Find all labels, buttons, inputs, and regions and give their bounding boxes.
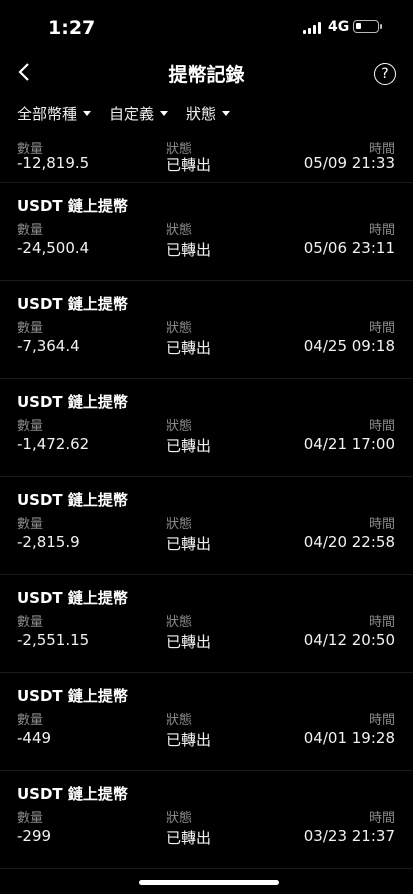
- time-value: 04/12 20:50: [303, 631, 395, 649]
- caret-down-icon: [160, 111, 169, 116]
- caret-down-icon: [83, 111, 92, 116]
- status-value: 已轉出: [166, 339, 212, 357]
- signal-icon: [303, 22, 321, 34]
- time-value: 05/06 23:11: [303, 239, 395, 257]
- time-label: 時間: [368, 615, 395, 630]
- status-value: 已轉出: [166, 535, 212, 553]
- time-value: 04/21 17:00: [303, 435, 395, 453]
- status-label: 狀態: [166, 811, 193, 826]
- status-label: 狀態: [166, 223, 193, 238]
- amount-value: -12,819.5: [17, 154, 90, 172]
- time-value: 05/09 21:33: [303, 154, 395, 172]
- filter-custom[interactable]: 自定義: [109, 103, 169, 124]
- amount-value: -2,551.15: [17, 631, 90, 649]
- time-label: 時間: [368, 517, 395, 532]
- list-item[interactable]: USDT 鏈上提幣 數量 狀態 時間 -1,472.62 已轉出 04/21 1…: [0, 379, 413, 477]
- time-label: 時間: [368, 321, 395, 336]
- record-title: USDT 鏈上提幣: [17, 197, 128, 215]
- list-item[interactable]: USDT 鏈上提幣 數量 狀態 時間 -299 已轉出 03/23 21:37: [0, 771, 413, 869]
- amount-label: 數量: [17, 321, 44, 336]
- status-label: 狀態: [166, 615, 193, 630]
- list-item[interactable]: USDT 鏈上提幣 數量 狀態 時間 -7,364.4 已轉出 04/25 09…: [0, 281, 413, 379]
- time-label: 時間: [368, 713, 395, 728]
- status-bar: 1:27 4G: [0, 0, 413, 56]
- caret-down-icon: [222, 111, 231, 116]
- time-value: 04/01 19:28: [303, 729, 395, 747]
- record-title: USDT 鏈上提幣: [17, 687, 128, 705]
- list-item[interactable]: USDT 鏈上提幣 數量 狀態 時間 -449 已轉出 04/01 19:28: [0, 673, 413, 771]
- status-value: 已轉出: [166, 633, 212, 651]
- list-item[interactable]: USDT 鏈上提幣 數量 狀態 時間 -24,500.4 已轉出 05/06 2…: [0, 183, 413, 281]
- page-title: 提幣記錄: [168, 64, 245, 86]
- filter-label: 自定義: [109, 105, 155, 123]
- status-label: 狀態: [166, 419, 193, 434]
- time-label: 時間: [368, 419, 395, 434]
- amount-label: 數量: [17, 811, 44, 826]
- home-indicator[interactable]: [139, 880, 279, 885]
- amount-label: 數量: [17, 615, 44, 630]
- time-label: 時間: [368, 223, 395, 238]
- amount-value: -449: [17, 729, 52, 747]
- time-value: 03/23 21:37: [303, 827, 395, 845]
- status-value: 已轉出: [166, 829, 212, 847]
- status-time: 1:27: [48, 17, 96, 39]
- status-value: 已轉出: [166, 437, 212, 455]
- amount-value: -2,815.9: [17, 533, 80, 551]
- list-item[interactable]: USDT 鏈上提幣 數量 狀態 時間 -2,815.9 已轉出 04/20 22…: [0, 477, 413, 575]
- amount-label: 數量: [17, 419, 44, 434]
- help-icon[interactable]: ?: [374, 63, 396, 85]
- status-label: 狀態: [166, 321, 193, 336]
- list-item[interactable]: 數量 狀態 時間 -12,819.5 已轉出 05/09 21:33: [0, 134, 413, 183]
- record-title: USDT 鏈上提幣: [17, 589, 128, 607]
- nav-bar: 提幣記錄: [0, 56, 413, 92]
- network-label: 4G: [328, 19, 350, 35]
- record-title: USDT 鏈上提幣: [17, 785, 128, 803]
- amount-value: -1,472.62: [17, 435, 90, 453]
- status-value: 已轉出: [166, 156, 212, 174]
- record-title: USDT 鏈上提幣: [17, 393, 128, 411]
- status-value: 已轉出: [166, 731, 212, 749]
- amount-label: 數量: [17, 223, 44, 238]
- filter-bar: 全部幣種 自定義 狀態: [17, 103, 231, 124]
- amount-value: -299: [17, 827, 52, 845]
- filter-status[interactable]: 狀態: [186, 103, 231, 124]
- status-label: 狀態: [166, 517, 193, 532]
- time-label: 時間: [368, 811, 395, 826]
- status-value: 已轉出: [166, 241, 212, 259]
- record-title: USDT 鏈上提幣: [17, 491, 128, 509]
- time-value: 04/20 22:58: [303, 533, 395, 551]
- filter-label: 全部幣種: [17, 105, 78, 123]
- withdrawal-list: 數量 狀態 時間 -12,819.5 已轉出 05/09 21:33 USDT …: [0, 134, 413, 869]
- list-item[interactable]: USDT 鏈上提幣 數量 狀態 時間 -2,551.15 已轉出 04/12 2…: [0, 575, 413, 673]
- record-title: USDT 鏈上提幣: [17, 295, 128, 313]
- amount-value: -24,500.4: [17, 239, 90, 257]
- amount-label: 數量: [17, 517, 44, 532]
- filter-label: 狀態: [186, 105, 217, 123]
- filter-currency[interactable]: 全部幣種: [17, 103, 92, 124]
- status-label: 狀態: [166, 713, 193, 728]
- battery-icon: [353, 20, 382, 33]
- time-value: 04/25 09:18: [303, 337, 395, 355]
- amount-label: 數量: [17, 713, 44, 728]
- amount-value: -7,364.4: [17, 337, 80, 355]
